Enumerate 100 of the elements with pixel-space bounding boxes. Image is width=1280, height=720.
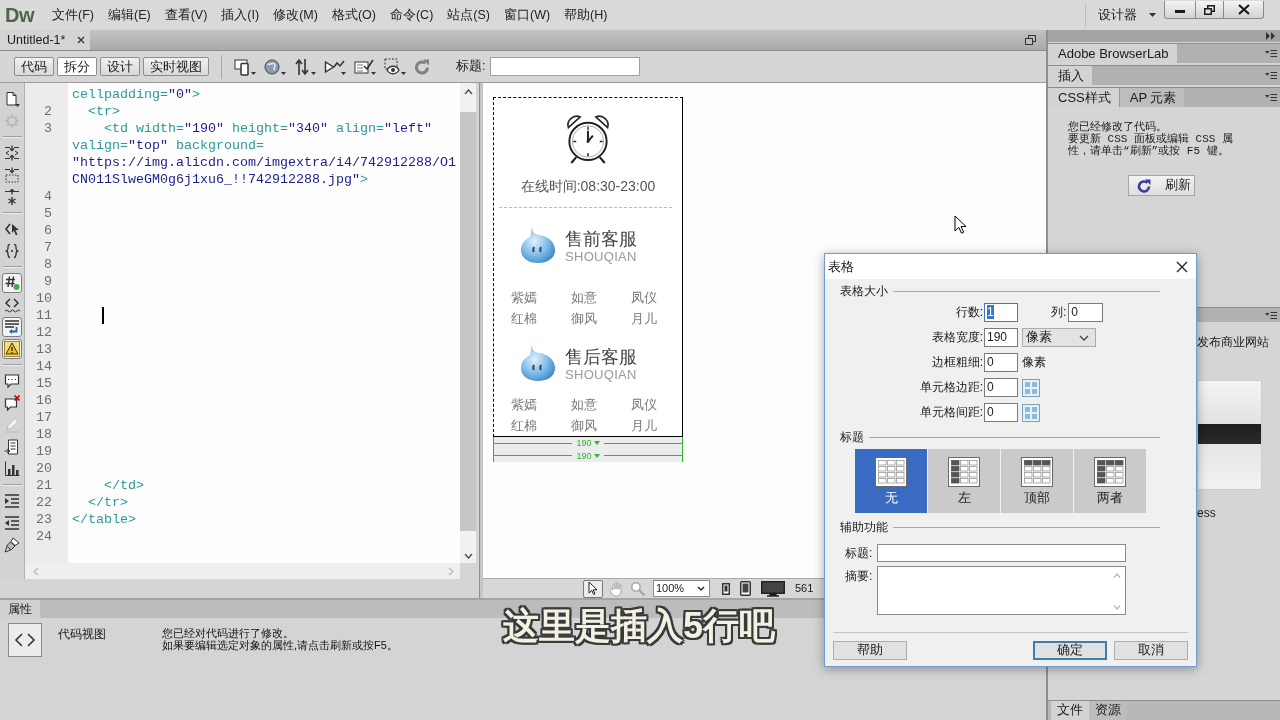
outdent-icon[interactable] — [4, 515, 20, 531]
number-field[interactable]: 0 — [984, 403, 1018, 422]
code-line: </td> — [104, 477, 144, 494]
refresh-icon[interactable] — [414, 58, 430, 75]
view-button[interactable]: 设计 — [100, 57, 140, 76]
line-number: 19 — [36, 444, 52, 459]
field-label: 单元格间距: — [918, 405, 984, 420]
panel-menu-icon[interactable] — [1265, 93, 1277, 102]
service-title: 售后客服 — [565, 347, 637, 367]
arrow-up-icon[interactable] — [463, 89, 473, 95]
braces-icon[interactable] — [4, 243, 20, 259]
dialog-button[interactable]: 确定 — [1033, 641, 1107, 660]
tag-pointer-icon[interactable] — [4, 221, 20, 237]
droplet-icon — [520, 226, 556, 264]
code-line: CN011SlweGM0g6j1xu6_!!742912288.jpg"> — [72, 171, 368, 188]
panel-menu-icon[interactable] — [1265, 49, 1277, 58]
refresh-button[interactable]: 刷新 — [1128, 175, 1195, 196]
minimize-button[interactable] — [1164, 1, 1196, 19]
table-grid-icon — [875, 457, 907, 487]
workspace-switcher[interactable]: 设计器 — [1096, 6, 1158, 24]
tablet-icon[interactable] — [740, 581, 751, 596]
panel-tab[interactable]: AP 元素 — [1118, 88, 1185, 107]
pointer-tool-icon[interactable] — [583, 579, 603, 598]
text-wrap-icon[interactable] — [2, 317, 22, 337]
brush-icon[interactable] — [4, 537, 20, 553]
field-label: 边框粗细: — [930, 355, 984, 370]
header-option[interactable]: 左 — [928, 449, 1000, 513]
line-number: 15 — [36, 376, 52, 391]
menu-item[interactable]: 修改(M) — [266, 6, 325, 24]
menu-item[interactable]: 站点(S) — [440, 6, 497, 24]
panel-menu-icon[interactable] — [1265, 310, 1277, 320]
code-view-icon — [8, 623, 42, 657]
arrow-asterisk-icon[interactable] — [4, 189, 20, 205]
caption-field[interactable] — [877, 544, 1126, 562]
menu-item[interactable]: 格式(O) — [324, 6, 383, 24]
arrow-down-icon[interactable] — [463, 553, 473, 559]
double-arrow-icon[interactable] — [1266, 32, 1275, 40]
panel-tab[interactable]: Adobe BrowserLab — [1048, 44, 1177, 63]
menu-item[interactable]: 插入(I) — [214, 6, 267, 24]
close-icon[interactable] — [1176, 260, 1188, 273]
menu-item[interactable]: 窗口(W) — [496, 6, 558, 24]
menu-item[interactable]: 查看(V) — [157, 6, 215, 24]
menu-item[interactable]: 文件(F) — [45, 6, 101, 24]
document-tab[interactable]: Untitled-1* — [0, 30, 90, 50]
number-field[interactable]: 1 — [984, 303, 1018, 322]
view-button[interactable]: 拆分 — [57, 57, 97, 76]
header-option[interactable]: 两者 — [1074, 449, 1146, 513]
speech-bubble-cross-icon[interactable] — [4, 395, 20, 411]
indent-icon[interactable] — [4, 493, 20, 509]
header-option[interactable]: 无 — [855, 449, 927, 513]
panel-heading: 发布商业网站 — [1197, 335, 1269, 349]
phone-icon[interactable] — [722, 582, 730, 595]
globe-icon[interactable] — [264, 57, 286, 76]
speech-bubble-icon[interactable] — [4, 373, 20, 389]
panel-tab[interactable]: 资源 — [1089, 701, 1127, 720]
devices-icon[interactable] — [234, 57, 256, 76]
angle-brackets-icon[interactable] — [4, 297, 20, 313]
number-field[interactable]: 0 — [984, 378, 1018, 397]
dialog-button[interactable]: 帮助 — [833, 641, 907, 660]
line-number: 4 — [44, 189, 52, 204]
panel-tab[interactable]: 插入 — [1048, 66, 1092, 85]
field-label: 摘要: — [844, 568, 874, 584]
document-icon[interactable] — [4, 91, 20, 107]
menu-item[interactable]: 编辑(E) — [100, 6, 158, 24]
converging-arrows-icon[interactable] — [4, 145, 20, 161]
restore-button[interactable] — [1196, 1, 1224, 19]
document-arrow-icon[interactable] — [4, 439, 20, 455]
bar-chart-icon[interactable] — [4, 461, 20, 477]
hash-icon[interactable] — [2, 273, 22, 293]
code-line: <td width="190" height="340" align="left" — [104, 120, 432, 137]
caret-icon — [1149, 13, 1156, 17]
zoom-select[interactable]: 100% — [653, 580, 710, 597]
view-button[interactable]: 代码 — [14, 57, 54, 76]
view-button[interactable]: 实时视图 — [143, 57, 209, 76]
eye-icon[interactable] — [384, 57, 406, 76]
checklist-icon[interactable] — [354, 57, 376, 76]
panel-menu-icon[interactable] — [1265, 71, 1277, 80]
monitor-icon[interactable] — [761, 580, 785, 597]
close-button[interactable] — [1224, 1, 1264, 19]
menu-item[interactable]: 命令(C) — [382, 6, 441, 24]
number-field[interactable]: 190 — [984, 328, 1018, 347]
panel-tab[interactable]: 文件 — [1051, 701, 1089, 720]
panel-tab[interactable]: 属性 — [0, 600, 40, 618]
number-field[interactable]: 0 — [1068, 303, 1104, 322]
dialog-button[interactable]: 取消 — [1114, 641, 1188, 660]
title-field[interactable] — [490, 57, 641, 76]
line-number: 24 — [36, 529, 52, 544]
arrow-dotted-box-icon[interactable] — [4, 167, 20, 183]
header-option[interactable]: 顶部 — [1001, 449, 1073, 513]
restore-icon[interactable] — [1025, 35, 1036, 45]
panel-tab[interactable]: CSS样式 — [1048, 88, 1119, 107]
menu-item[interactable]: 帮助(H) — [557, 6, 615, 24]
line-number: 12 — [36, 325, 52, 340]
up-down-arrows-icon[interactable] — [294, 57, 316, 76]
close-icon[interactable] — [77, 36, 85, 44]
warning-icon[interactable] — [2, 339, 22, 359]
number-field[interactable]: 0 — [984, 353, 1018, 372]
grid-icon — [1022, 403, 1040, 422]
unit-select[interactable]: 像素 — [1022, 328, 1096, 347]
css-panel-message: 您已经修改了代码。 要更新 CSS 面板或编辑 CSS 属 性，请单击“刷新”或按 F5 键。 — [1068, 121, 1233, 157]
